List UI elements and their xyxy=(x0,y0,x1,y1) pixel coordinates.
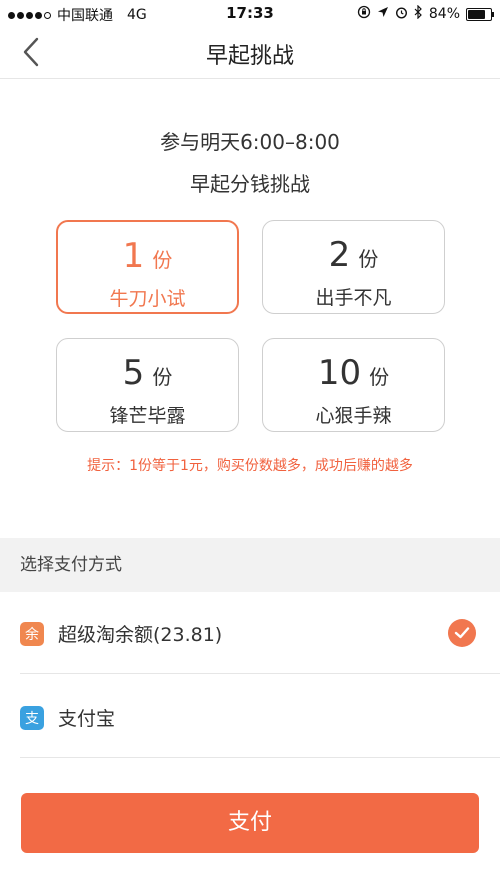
page-title: 早起挑战 xyxy=(205,44,294,69)
lock-rotation-icon xyxy=(357,5,371,23)
battery-percent: 84% xyxy=(428,6,460,22)
option-unit: 份 xyxy=(358,247,379,271)
status-bar: 中国联通 4G 17:33 84% xyxy=(0,0,500,26)
option-unit: 份 xyxy=(152,248,173,272)
alipay-icon: 支 xyxy=(20,706,44,730)
challenge-time-text: 参与明天6:00–8:00 xyxy=(160,130,340,154)
bluetooth-icon xyxy=(414,4,423,23)
divider xyxy=(20,673,500,674)
payment-method-balance[interactable]: 余 超级淘余额(23.81) xyxy=(0,592,500,674)
option-5-shares[interactable]: 5份 锋芒毕露 xyxy=(56,338,239,432)
payment-method-label: 支付宝 xyxy=(58,708,116,730)
payment-section-header: 选择支付方式 xyxy=(0,538,500,592)
payment-method-alipay[interactable]: 支 支付宝 xyxy=(0,676,500,758)
hint-text: 提示：1份等于1元，购买份数越多，成功后赚的越多 xyxy=(87,458,413,474)
option-count: 1 xyxy=(122,236,145,276)
option-count: 10 xyxy=(317,353,362,393)
balance-icon: 余 xyxy=(20,622,44,646)
option-name: 牛刀小试 xyxy=(109,288,186,310)
check-icon xyxy=(448,619,476,647)
nav-bar: 早起挑战 xyxy=(0,26,500,79)
battery-icon xyxy=(466,7,494,21)
option-name: 锋芒毕露 xyxy=(109,405,186,427)
alarm-icon xyxy=(395,6,408,23)
option-10-shares[interactable]: 10 份 心狠手辣 xyxy=(262,338,445,432)
battery-level-fill xyxy=(468,9,485,19)
option-unit: 份 xyxy=(152,365,173,389)
option-count: 2 xyxy=(328,235,351,275)
option-name: 出手不凡 xyxy=(315,287,392,309)
divider xyxy=(20,757,500,758)
location-arrow-icon xyxy=(377,6,389,22)
pay-button[interactable]: 支付 xyxy=(21,793,479,853)
payment-method-label: 超级淘余额(23.81) xyxy=(58,624,223,646)
challenge-title-text: 早起分钱挑战 xyxy=(190,172,310,196)
option-1-share[interactable]: 1份 牛刀小试 xyxy=(56,220,239,314)
option-2-shares[interactable]: 2份 出手不凡 xyxy=(262,220,445,314)
option-name: 心狠手辣 xyxy=(315,405,392,427)
option-count: 5 xyxy=(122,353,145,393)
option-unit: 份 xyxy=(369,365,390,389)
